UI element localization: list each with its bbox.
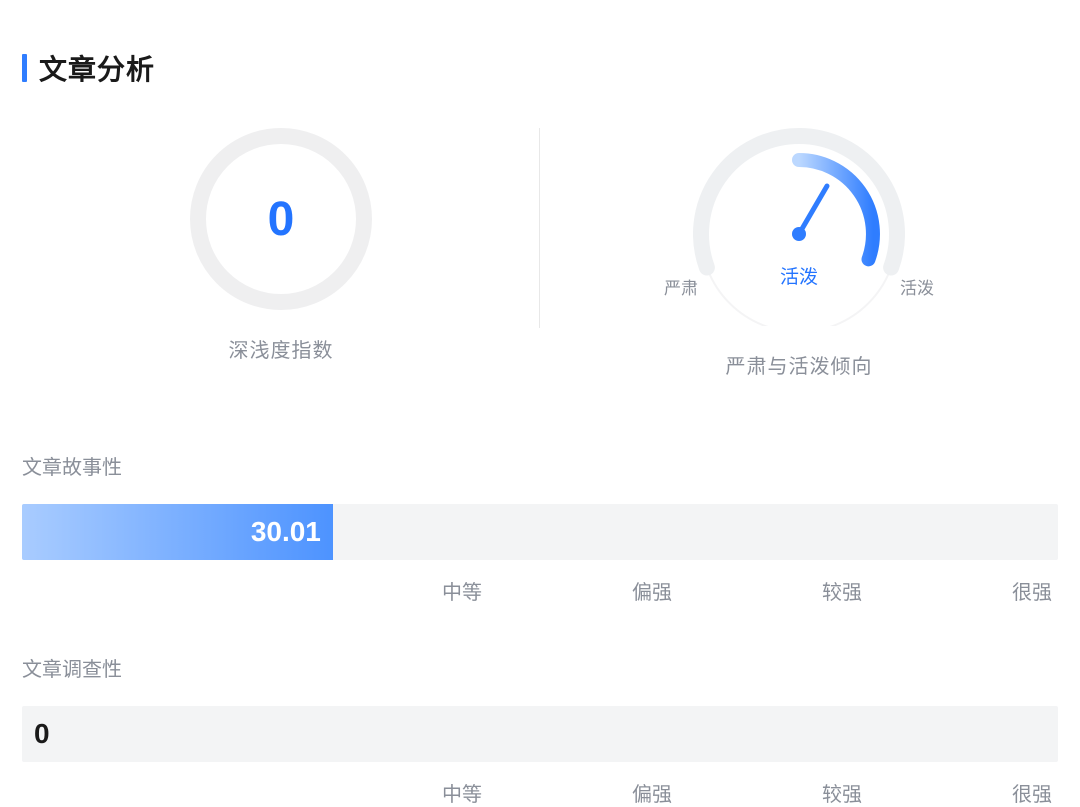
storytelling-value: 30.01 xyxy=(251,516,321,548)
section-heading: 文章分析 xyxy=(22,48,1058,88)
tick-label: 较强 xyxy=(822,778,862,807)
storytelling-track: 30.01 xyxy=(22,504,1058,560)
depth-index-value: 0 xyxy=(268,192,295,247)
section-title-text: 文章分析 xyxy=(39,48,155,88)
tendency-cell: 严肃 活泼 活泼 严肃与活泼倾向 xyxy=(540,128,1058,379)
tick-label: 较强 xyxy=(822,576,862,605)
tendency-gauge-svg xyxy=(693,128,905,326)
tendency-left-label: 严肃 xyxy=(664,274,698,299)
top-metrics-row: 0 深浅度指数 xyxy=(22,128,1058,379)
heading-accent-bar xyxy=(22,54,27,82)
tick-label: 偏强 xyxy=(632,778,672,807)
tick-label: 偏强 xyxy=(632,576,672,605)
storytelling-ticks: 中等 偏强 较强 很强 xyxy=(22,576,1058,605)
tendency-right-label: 活泼 xyxy=(900,274,934,299)
depth-index-gauge: 0 xyxy=(190,128,372,310)
tendency-value-label: 活泼 xyxy=(780,262,818,289)
tick-label: 中等 xyxy=(442,576,482,605)
investigative-value: 0 xyxy=(34,718,50,750)
storytelling-label: 文章故事性 xyxy=(22,451,1058,480)
storytelling-fill: 30.01 xyxy=(22,504,333,560)
investigative-label: 文章调查性 xyxy=(22,653,1058,682)
storytelling-block: 文章故事性 30.01 中等 偏强 较强 很强 xyxy=(22,451,1058,605)
depth-index-label: 深浅度指数 xyxy=(229,334,334,363)
investigative-track: 0 xyxy=(22,706,1058,762)
tick-label: 很强 xyxy=(1012,576,1052,605)
investigative-block: 文章调查性 0 中等 偏强 较强 很强 xyxy=(22,653,1058,807)
tick-label: 很强 xyxy=(1012,778,1052,807)
tick-label: 中等 xyxy=(442,778,482,807)
tendency-gauge: 严肃 活泼 活泼 xyxy=(679,128,919,326)
investigative-ticks: 中等 偏强 较强 很强 xyxy=(22,778,1058,807)
depth-index-cell: 0 深浅度指数 xyxy=(22,128,540,379)
tendency-metric-label: 严肃与活泼倾向 xyxy=(726,350,873,379)
